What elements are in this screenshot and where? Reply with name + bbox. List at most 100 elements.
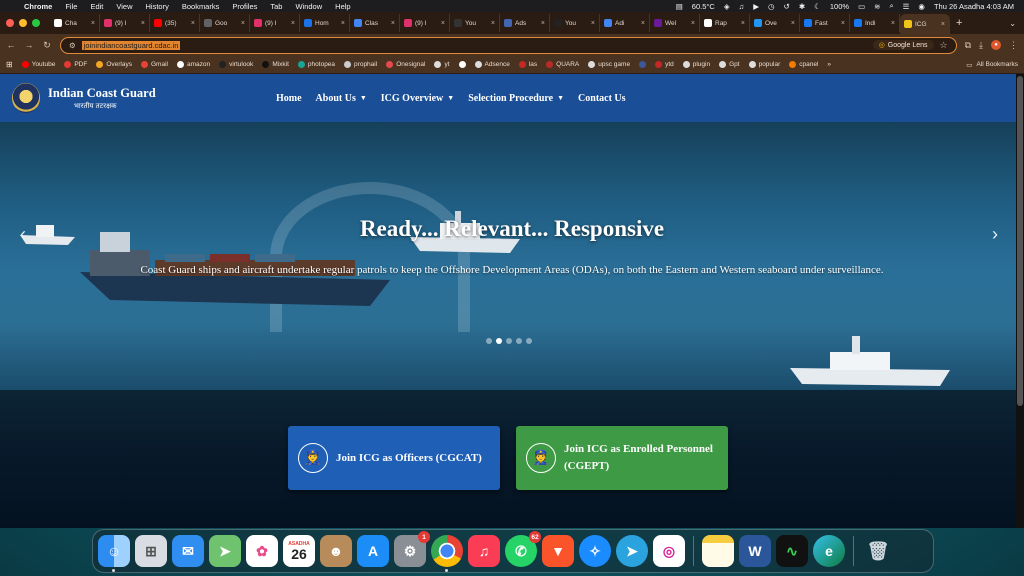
app-store-icon[interactable]: A [357, 535, 389, 567]
nav-contact-us[interactable]: Contact Us [578, 93, 626, 104]
browser-tab[interactable]: Rap × [700, 14, 750, 32]
bookmark-item[interactable]: PDF [64, 61, 87, 68]
play-icon[interactable]: ▶ [753, 2, 759, 11]
bookmark-item[interactable] [458, 61, 466, 68]
browser-tab[interactable]: Indi × [850, 14, 900, 32]
music-app-icon[interactable]: ♫ [468, 535, 500, 567]
bookmark-item[interactable]: cpanel [789, 61, 818, 68]
url-text[interactable]: joinindiancoastguard.cdac.in [81, 40, 181, 50]
menu-tab[interactable]: Tab [270, 2, 282, 11]
browser-tab[interactable]: Wel × [650, 14, 700, 32]
close-tab-icon[interactable]: × [91, 20, 95, 27]
carousel-prev-icon[interactable]: ‹ [20, 224, 26, 245]
download-icon[interactable]: ⤓ [979, 40, 983, 51]
photos-app-icon[interactable]: ✿ [246, 535, 278, 567]
battery-percent[interactable]: 100% [830, 2, 849, 11]
bookmark-item[interactable]: popular [748, 61, 780, 68]
siri-icon[interactable]: ◉ [918, 2, 925, 11]
carousel-dot[interactable] [486, 338, 492, 344]
bookmark-item[interactable]: ytd [655, 61, 674, 68]
close-tab-icon[interactable]: × [341, 20, 345, 27]
site-info-icon[interactable]: ⚙ [69, 41, 76, 50]
bookmark-item[interactable]: Onesignal [386, 61, 425, 68]
app-menu-chrome[interactable]: Chrome [24, 2, 52, 11]
menu-file[interactable]: File [65, 2, 77, 11]
moon-icon[interactable]: ☾ [814, 2, 821, 11]
bookmark-star-icon[interactable]: ☆ [940, 40, 948, 51]
close-tab-icon[interactable]: × [741, 20, 745, 27]
close-tab-icon[interactable]: × [691, 20, 695, 27]
carousel-next-icon[interactable]: › [992, 224, 998, 245]
address-bar[interactable]: ⚙ joinindiancoastguard.cdac.in ◎ Google … [60, 36, 957, 54]
browser-tab[interactable]: You × [550, 14, 600, 32]
nav-home[interactable]: Home [276, 93, 302, 104]
telegram-app-icon[interactable]: ➤ [616, 535, 648, 567]
fullscreen-window-button[interactable] [32, 19, 40, 27]
browser-tab[interactable]: Cha × [50, 14, 100, 32]
menu-help[interactable]: Help [335, 2, 350, 11]
close-tab-icon[interactable]: × [491, 20, 495, 27]
chrome-app-icon[interactable] [431, 535, 463, 572]
carousel-dot[interactable] [516, 338, 522, 344]
brave-app-icon[interactable]: ▼ [542, 535, 574, 567]
close-tab-icon[interactable]: × [141, 20, 145, 27]
calendar-app-icon[interactable]: ASADHA 26 [283, 535, 315, 567]
maps-app-icon[interactable]: ➤ [209, 535, 241, 567]
bookmark-item[interactable]: las [518, 61, 537, 68]
close-tab-icon[interactable]: × [441, 20, 445, 27]
stack-icon[interactable]: ◈ [724, 2, 730, 11]
close-tab-icon[interactable]: × [641, 20, 645, 27]
close-tab-icon[interactable]: × [941, 21, 945, 28]
browser-tab[interactable]: You × [450, 14, 500, 32]
tab-search-icon[interactable]: ⌄ [1009, 19, 1016, 28]
close-tab-icon[interactable]: × [291, 20, 295, 27]
bookmark-item[interactable]: Gmail [140, 61, 168, 68]
trash-icon[interactable]: 🗑 [862, 535, 894, 567]
site-brand[interactable]: Indian Coast Guard भारतीय तटरक्षक [48, 86, 156, 111]
chrome-menu-icon[interactable]: ⋮ [1009, 40, 1018, 51]
bookmark-item[interactable]: Gpt [719, 61, 740, 68]
browser-tab[interactable]: (9) I × [250, 14, 300, 32]
more-bookmarks-icon[interactable]: » [827, 61, 831, 68]
wifi-icon[interactable]: ≋ [874, 2, 880, 11]
menu-profiles[interactable]: Profiles [232, 2, 257, 11]
activity-monitor-icon[interactable]: ∿ [776, 535, 808, 567]
carousel-dot[interactable] [526, 338, 532, 344]
profile-avatar[interactable]: ● [991, 40, 1001, 50]
reload-icon[interactable]: ↻ [42, 40, 52, 51]
apps-grid-icon[interactable]: ⊞ [6, 60, 13, 69]
bookmark-item[interactable]: Adsence [474, 61, 510, 68]
new-tab-icon[interactable]: + [956, 17, 962, 29]
browser-tab[interactable]: (35) × [150, 14, 200, 32]
google-lens-button[interactable]: ◎ Google Lens [872, 40, 934, 50]
forward-icon[interactable]: → [24, 40, 34, 50]
menu-window[interactable]: Window [295, 2, 322, 11]
close-window-button[interactable] [6, 19, 14, 27]
finder-app-icon[interactable]: ☺ [98, 535, 130, 572]
menu-edit[interactable]: Edit [90, 2, 103, 11]
carousel-dot[interactable] [506, 338, 512, 344]
browser-tab[interactable]: Goo × [200, 14, 250, 32]
edge-app-icon[interactable]: e [813, 535, 845, 567]
clock-icon[interactable]: ◷ [768, 2, 775, 11]
close-tab-icon[interactable]: × [391, 20, 395, 27]
bookmark-item[interactable]: prophail [344, 61, 377, 68]
bookmark-item[interactable]: QUARA [546, 61, 579, 68]
scrollbar-thumb[interactable] [1017, 76, 1023, 406]
launchpad-app-icon[interactable]: ⊞ [135, 535, 167, 567]
extensions-icon[interactable]: ⧉ [965, 40, 971, 51]
browser-tab[interactable]: Adi × [600, 14, 650, 32]
close-tab-icon[interactable]: × [591, 20, 595, 27]
bookmark-item[interactable]: Mixkit [262, 61, 289, 68]
browser-tab[interactable]: Clas × [350, 14, 400, 32]
close-tab-icon[interactable]: × [541, 20, 545, 27]
bluetooth-icon[interactable]: ✱ [799, 2, 805, 11]
search-icon[interactable]: ⌕ [889, 1, 893, 11]
close-tab-icon[interactable]: × [841, 20, 845, 27]
page-scrollbar[interactable] [1016, 74, 1024, 528]
minimize-window-button[interactable] [19, 19, 27, 27]
word-app-icon[interactable]: W [739, 535, 771, 567]
nav-about-us[interactable]: About Us ▼ [316, 93, 367, 104]
browser-tab[interactable]: (9) I × [400, 14, 450, 32]
temperature-reading[interactable]: 60.5°C [692, 2, 715, 11]
